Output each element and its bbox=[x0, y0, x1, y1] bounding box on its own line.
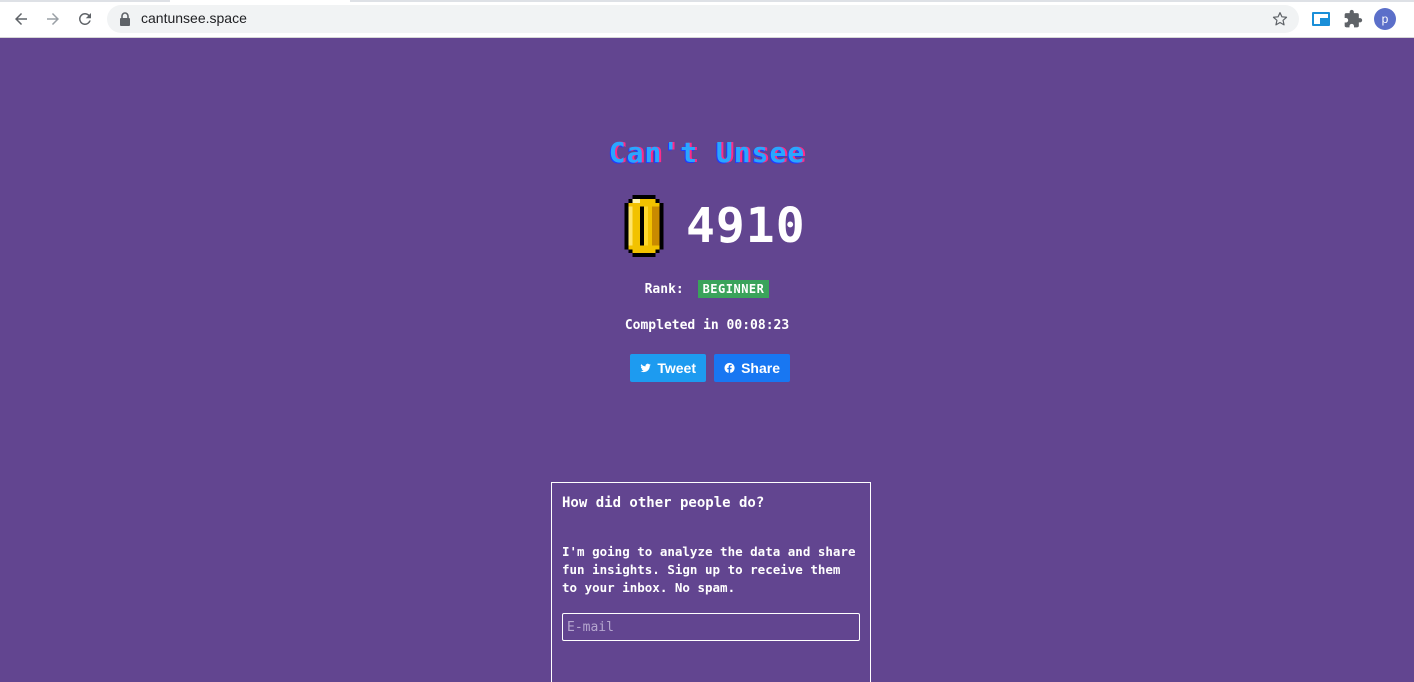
facebook-share-button[interactable]: Share bbox=[714, 354, 790, 382]
email-field[interactable] bbox=[562, 613, 860, 641]
picture-in-picture-icon[interactable] bbox=[1311, 9, 1331, 29]
share-buttons: Tweet Share bbox=[630, 354, 790, 382]
reload-button[interactable] bbox=[73, 7, 97, 31]
lock-icon bbox=[120, 12, 130, 26]
newsletter-card: How did other people do? I'm going to an… bbox=[551, 482, 871, 682]
share-label: Share bbox=[741, 360, 780, 376]
reload-icon bbox=[78, 12, 91, 25]
coin-icon bbox=[624, 195, 664, 257]
forward-arrow-icon bbox=[47, 13, 59, 25]
back-button[interactable] bbox=[9, 7, 33, 31]
back-arrow-icon bbox=[15, 13, 27, 25]
page-content: Can't Unsee 4910 Rank: BEGINNER Complete… bbox=[0, 38, 1414, 682]
profile-avatar[interactable]: p bbox=[1374, 8, 1396, 30]
address-bar[interactable]: cantunsee.space bbox=[107, 5, 1299, 33]
score-value: 4910 bbox=[686, 198, 806, 254]
tab-strip bbox=[0, 0, 1414, 2]
rank-row: Rank: BEGINNER bbox=[0, 280, 1414, 298]
twitter-bird-icon bbox=[640, 363, 651, 373]
puzzle-icon[interactable] bbox=[1343, 9, 1363, 29]
browser-toolbar: cantunsee.space p bbox=[0, 0, 1414, 38]
star-icon[interactable] bbox=[1271, 10, 1289, 28]
rank-label: Rank: bbox=[644, 282, 684, 297]
tweet-button[interactable]: Tweet bbox=[630, 354, 706, 382]
forward-button[interactable] bbox=[41, 7, 65, 31]
card-title: How did other people do? bbox=[562, 495, 765, 511]
facebook-icon bbox=[724, 362, 735, 374]
completed-time: Completed in 00:08:23 bbox=[624, 318, 790, 333]
url-text: cantunsee.space bbox=[141, 10, 247, 26]
score-display: 4910 bbox=[620, 194, 820, 258]
rank-badge: BEGINNER bbox=[697, 280, 770, 298]
tweet-label: Tweet bbox=[657, 360, 696, 376]
card-description: I'm going to analyze the data and share … bbox=[562, 544, 856, 595]
game-title: Can't Unsee bbox=[608, 136, 806, 169]
